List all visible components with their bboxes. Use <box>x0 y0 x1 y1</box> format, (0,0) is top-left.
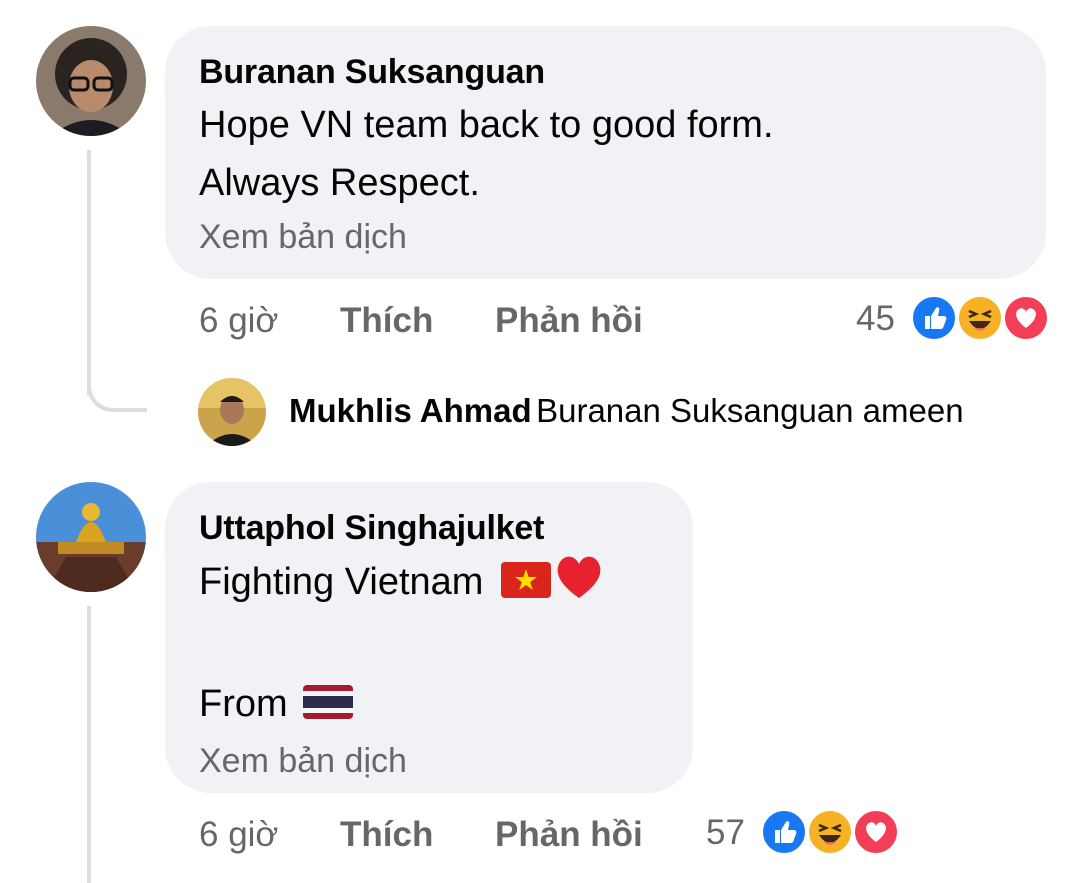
reply-button[interactable]: Phản hồi <box>495 299 643 343</box>
love-icon[interactable] <box>1002 294 1050 342</box>
reply-author[interactable]: Mukhlis Ahmad <box>289 392 532 429</box>
haha-icon[interactable] <box>806 808 854 856</box>
avatar-buranan[interactable] <box>36 26 146 136</box>
comment-text-line: From <box>199 675 659 739</box>
reply-text: Buranan Suksanguan ameen <box>536 392 964 429</box>
avatar-mukhlis[interactable] <box>198 378 266 446</box>
love-icon[interactable] <box>852 808 900 856</box>
comment-time[interactable]: 6 giờ <box>199 813 278 857</box>
comment-author[interactable]: Buranan Suksanguan <box>199 52 1012 92</box>
vietnam-flag-icon <box>500 559 552 617</box>
like-button[interactable]: Thích <box>340 813 433 857</box>
comment-bubble: Buranan Suksanguan Hope VN team back to … <box>165 26 1046 279</box>
comment-text-line: Hope VN team back to good form. <box>199 104 774 146</box>
comment-author[interactable]: Uttaphol Singhajulket <box>199 508 659 548</box>
like-button[interactable]: Thích <box>340 299 433 343</box>
see-translation-link[interactable]: Xem bản dịch <box>199 739 659 783</box>
like-icon[interactable] <box>910 294 958 342</box>
comment-text-line: Fighting Vietnam <box>199 552 659 617</box>
reply-line: Mukhlis Ahmad Buranan Suksanguan ameen <box>289 392 964 430</box>
reply-button[interactable]: Phản hồi <box>495 813 643 857</box>
empty-line <box>199 617 659 675</box>
comment-text-line: Always Respect. <box>199 162 480 204</box>
comment-bubble: Uttaphol Singhajulket Fighting Vietnam F… <box>165 482 693 793</box>
thread-line <box>87 606 91 883</box>
heart-icon <box>552 552 606 617</box>
see-translation-link[interactable]: Xem bản dịch <box>199 215 1012 259</box>
haha-icon[interactable] <box>956 294 1004 342</box>
comment-time[interactable]: 6 giờ <box>199 299 278 343</box>
reaction-count[interactable]: 57 <box>706 811 745 855</box>
thailand-flag-icon <box>302 681 354 739</box>
avatar-uttaphol[interactable] <box>36 482 146 592</box>
thread-line <box>87 150 91 395</box>
reaction-count[interactable]: 45 <box>856 297 895 341</box>
like-icon[interactable] <box>760 808 808 856</box>
thread-line-curve <box>87 380 147 412</box>
